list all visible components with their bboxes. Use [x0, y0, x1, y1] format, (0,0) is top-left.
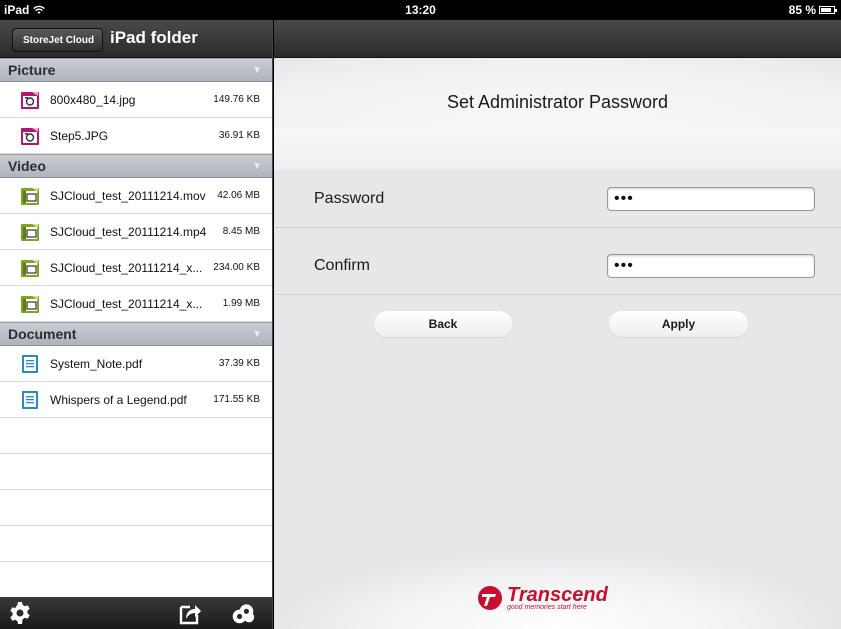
file-size: 8.45 MB: [222, 226, 260, 237]
brand-name: Transcend: [507, 583, 608, 606]
share-upload-icon[interactable]: [178, 601, 202, 625]
file-name: SJCloud_test_20111214_x...: [50, 296, 203, 311]
apply-button[interactable]: Apply: [609, 311, 748, 337]
password-row: Password •••: [274, 170, 841, 228]
file-row[interactable]: SJCloud_test_20111214_x... 234.00 KB: [0, 250, 272, 286]
clock: 13:20: [405, 3, 436, 17]
section-header-video[interactable]: Video ▼: [0, 154, 272, 178]
video-file-icon: [20, 294, 40, 314]
video-file-icon: [20, 258, 40, 278]
file-size: 37.39 KB: [218, 358, 260, 369]
document-file-icon: [20, 354, 40, 374]
file-size: 42.06 MB: [217, 190, 260, 201]
document-file-icon: [20, 390, 40, 410]
picture-file-icon: [20, 90, 40, 110]
file-name: SJCloud_test_20111214_x...: [50, 260, 203, 275]
file-size: 36.91 KB: [218, 130, 260, 141]
file-name: SJCloud_test_20111214.mp4: [50, 224, 207, 239]
section-label: Picture: [8, 62, 56, 78]
file-row[interactable]: Whispers of a Legend.pdf 171.55 KB: [0, 382, 272, 418]
folder-title: iPad folder: [110, 28, 198, 47]
transcend-logo: Transcend good memories start here: [477, 585, 608, 611]
transcend-logo-icon: [478, 586, 502, 610]
section-label: Document: [8, 326, 77, 342]
file-size: 171.55 KB: [213, 394, 260, 405]
file-row[interactable]: System_Note.pdf 37.39 KB: [0, 346, 272, 382]
file-browser-panel: StoreJet Cloud iPad folder Picture ▼ 800x4…: [0, 20, 273, 629]
left-toolbar: [0, 597, 272, 629]
confirm-password-field[interactable]: •••: [607, 253, 815, 278]
empty-list-area: [0, 418, 272, 598]
password-field[interactable]: •••: [607, 186, 815, 211]
footer: Transcend good memories start here: [274, 549, 841, 629]
settings-gear-icon[interactable]: [8, 601, 32, 625]
storejet-cloud-back-button[interactable]: StoreJet Cloud: [12, 28, 104, 52]
battery-icon: [819, 6, 837, 14]
file-row[interactable]: Step5.JPG 36.91 KB: [0, 118, 272, 154]
file-row[interactable]: 800x480_14.jpg 149.76 KB: [0, 82, 272, 118]
status-bar: iPad 13:20 85 %: [0, 0, 841, 20]
left-navigation-bar: StoreJet Cloud iPad folder: [0, 20, 272, 58]
page-title: Set Administrator Password: [446, 92, 669, 112]
battery-percentage: 85 %: [788, 3, 816, 17]
title-area: Set Administrator Password: [274, 58, 841, 170]
confirm-row: Confirm •••: [274, 237, 841, 295]
section-label: Video: [8, 158, 46, 174]
cloud-icon[interactable]: [231, 601, 255, 625]
file-name: Whispers of a Legend.pdf: [50, 392, 187, 407]
back-button[interactable]: Back: [374, 311, 512, 337]
file-name: 800x480_14.jpg: [50, 92, 136, 107]
file-size: 234.00 KB: [213, 262, 260, 273]
chevron-down-icon: ▼: [252, 64, 262, 76]
section-header-document[interactable]: Document ▼: [0, 322, 272, 346]
chevron-down-icon: ▼: [252, 328, 262, 340]
video-file-icon: [20, 186, 40, 206]
file-row[interactable]: SJCloud_test_20111214_x... 1.99 MB: [0, 286, 272, 322]
file-name: Step5.JPG: [50, 128, 109, 143]
file-row[interactable]: SJCloud_test_20111214.mp4 8.45 MB: [0, 214, 272, 250]
file-size: 149.76 KB: [213, 94, 260, 105]
file-name: System_Note.pdf: [50, 356, 143, 371]
right-navigation-bar: [274, 20, 841, 58]
password-label: Password: [314, 189, 385, 207]
picture-file-icon: [20, 126, 40, 146]
video-file-icon: [20, 222, 40, 242]
section-header-picture[interactable]: Picture ▼: [0, 58, 272, 82]
file-list: Picture ▼ 800x480_14.jpg 149.76 KB Step5.JPG…: [0, 58, 272, 418]
settings-panel: Set Administrator Password Password ••• …: [274, 20, 841, 629]
file-row[interactable]: SJCloud_test_20111214.mov 42.06 MB: [0, 178, 272, 214]
file-size: 1.99 MB: [222, 298, 260, 309]
chevron-down-icon: ▼: [252, 160, 262, 172]
file-name: SJCloud_test_20111214.mov: [50, 188, 206, 203]
confirm-label: Confirm: [314, 256, 371, 274]
